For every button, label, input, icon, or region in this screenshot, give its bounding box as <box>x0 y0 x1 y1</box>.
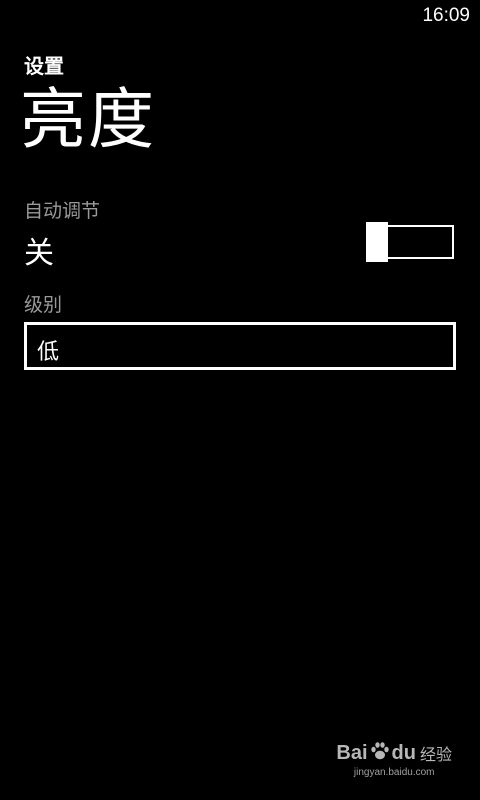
watermark-brand-left: Bai <box>336 741 368 764</box>
auto-adjust-label: 自动调节 <box>24 200 101 222</box>
page-title: 亮度 <box>20 81 156 158</box>
auto-adjust-state: 关 <box>24 236 54 271</box>
watermark-url: jingyan.baidu.com <box>353 767 435 778</box>
watermark-brand-right: du <box>391 741 416 764</box>
level-label: 级别 <box>24 294 63 316</box>
toggle-track <box>388 225 454 259</box>
watermark-product: 经验 <box>419 745 452 764</box>
toggle-thumb[interactable] <box>366 222 388 262</box>
auto-adjust-toggle[interactable] <box>366 222 456 262</box>
level-picker[interactable]: 低 <box>24 322 456 370</box>
level-selected-value: 低 <box>37 340 60 365</box>
baidu-watermark: Bai du 经验 jingyan.baidu.com <box>336 740 452 779</box>
status-bar-time: 16:09 <box>422 5 470 26</box>
app-title: 设置 <box>24 54 64 78</box>
paw-logo-icon <box>369 740 391 766</box>
